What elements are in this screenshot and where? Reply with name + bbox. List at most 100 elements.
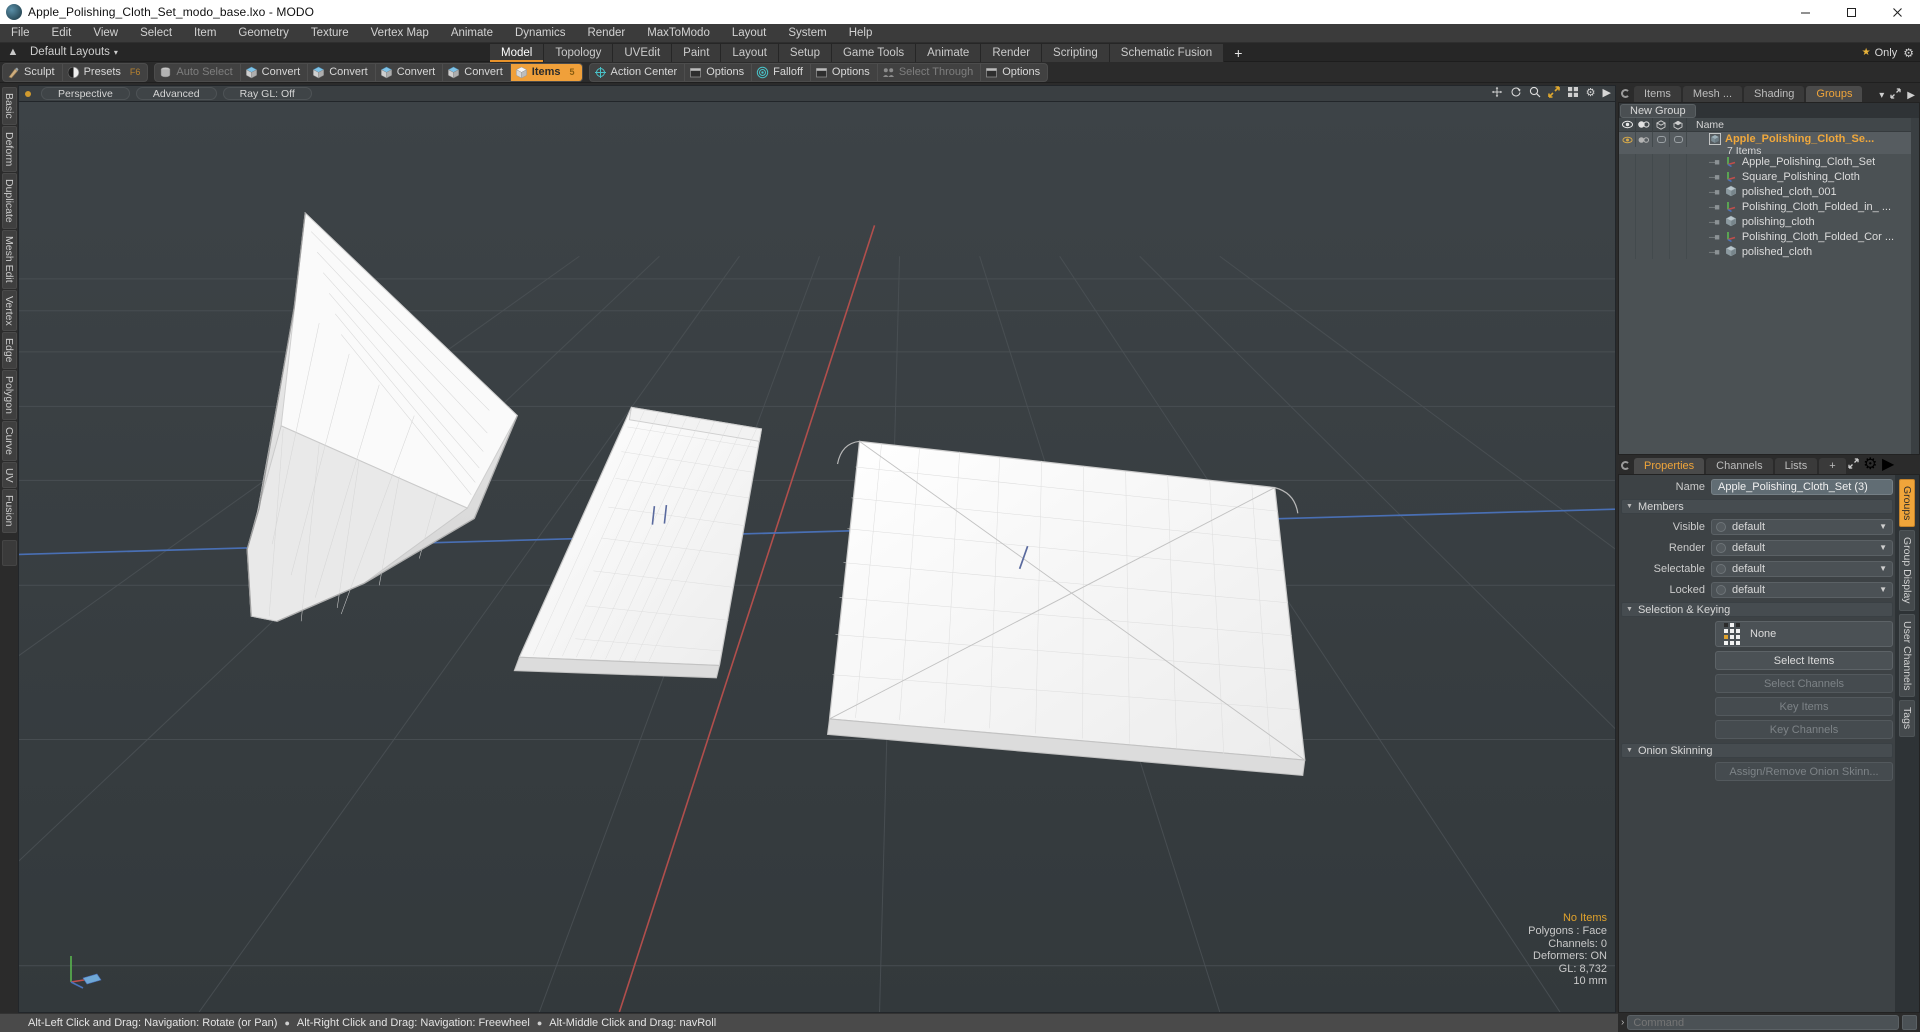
menu-item-help[interactable]: Help — [838, 24, 884, 43]
fit-icon[interactable] — [1547, 86, 1560, 101]
key-items-button[interactable]: Key Items — [1715, 697, 1893, 716]
tab-scripting[interactable]: Scripting — [1042, 44, 1110, 62]
zoom-icon[interactable] — [1529, 86, 1541, 101]
tab-groups[interactable]: Groups — [1806, 86, 1863, 102]
row-select-cell[interactable] — [1653, 244, 1670, 259]
row-visible-cell[interactable] — [1619, 169, 1636, 184]
row-select-cell[interactable] — [1653, 169, 1670, 184]
selectable-dropdown[interactable]: default ▼ — [1711, 560, 1893, 577]
menu-item-render[interactable]: Render — [576, 24, 636, 43]
only-toggle[interactable]: ★ Only — [1862, 47, 1898, 59]
viewport-shading-advanced[interactable]: Advanced — [135, 87, 217, 100]
menu-item-layout[interactable]: Layout — [721, 24, 778, 43]
table-row[interactable]: ─■ Square_Polishing_Cloth — [1619, 169, 1919, 184]
expand-icon[interactable] — [1890, 88, 1901, 102]
tab-setup[interactable]: Setup — [778, 44, 832, 62]
chevron-down-icon[interactable]: ▾ — [114, 48, 118, 57]
row-lock-cell[interactable] — [1670, 214, 1687, 229]
viewport-mode-perspective[interactable]: Perspective — [41, 87, 130, 100]
row-visible-cell[interactable] — [1619, 229, 1636, 244]
row-lock-cell[interactable] — [1670, 199, 1687, 214]
tab-render[interactable]: Render — [981, 44, 1043, 62]
section-selection-keying[interactable]: ▼ Selection & Keying — [1621, 602, 1893, 617]
tab-channels[interactable]: Channels — [1706, 458, 1773, 474]
sidebar-item-polygon[interactable]: Polygon — [1, 369, 17, 420]
minimize-button[interactable] — [1782, 0, 1828, 24]
menu-item-item[interactable]: Item — [183, 24, 227, 43]
group-lock-toggle[interactable] — [1670, 132, 1687, 147]
viewport-raygl-toggle[interactable]: Ray GL: Off — [222, 87, 312, 100]
menu-item-file[interactable]: File — [0, 24, 41, 43]
row-visible-cell[interactable] — [1619, 199, 1636, 214]
side-tab-tags[interactable]: Tags — [1899, 700, 1915, 737]
tool-presets[interactable]: Presets F6 — [63, 64, 148, 81]
tool-items[interactable]: Items 5 — [510, 63, 582, 81]
sidebar-item-fusion[interactable]: Fusion — [1, 489, 17, 533]
expand-icon[interactable] — [1848, 456, 1863, 473]
table-row[interactable]: ─■ polished_cloth_001 — [1619, 184, 1919, 199]
row-select-cell[interactable] — [1653, 229, 1670, 244]
group-header-row[interactable]: Apple_Polishing_Cloth_Se... 7 Items — [1619, 132, 1919, 157]
properties-add-tab[interactable]: + — [1819, 458, 1846, 474]
tab-uvedit[interactable]: UVEdit — [613, 44, 673, 62]
selection-mode-button[interactable]: None — [1715, 621, 1893, 647]
row-render-cell[interactable] — [1636, 229, 1653, 244]
settings-icon[interactable]: ⚙ — [1586, 88, 1596, 99]
name-field[interactable]: Apple_Polishing_Cloth_Set (3) — [1711, 478, 1893, 495]
row-render-cell[interactable] — [1636, 154, 1653, 169]
table-row[interactable]: ─■ polishing_cloth — [1619, 214, 1919, 229]
rotate-icon[interactable] — [1510, 86, 1522, 101]
sidebar-item-vertex[interactable]: Vertex — [1, 289, 17, 332]
panel-menu-icon[interactable] — [1621, 89, 1630, 98]
tab-items[interactable]: Items — [1634, 86, 1681, 102]
table-row[interactable]: ─■ Polishing_Cloth_Folded_in_ ... — [1619, 199, 1919, 214]
visible-dropdown[interactable]: default ▼ — [1711, 518, 1893, 535]
row-render-cell[interactable] — [1636, 214, 1653, 229]
row-select-cell[interactable] — [1653, 184, 1670, 199]
side-tab-groups[interactable]: Groups — [1899, 479, 1915, 528]
arrow-right-icon[interactable]: ▶ — [1603, 88, 1611, 99]
grid-icon[interactable] — [1567, 86, 1579, 101]
tool-select-through-options[interactable]: Options — [981, 64, 1047, 81]
tab-animate[interactable]: Animate — [916, 44, 982, 62]
group-select-toggle[interactable] — [1653, 132, 1670, 147]
table-row[interactable]: ─■ polished_cloth — [1619, 244, 1919, 259]
row-visible-cell[interactable] — [1619, 214, 1636, 229]
sidebar-item-mesh-edit[interactable]: Mesh Edit — [1, 229, 17, 289]
menu-item-dynamics[interactable]: Dynamics — [504, 24, 576, 43]
menu-item-animate[interactable]: Animate — [440, 24, 504, 43]
row-visible-cell[interactable] — [1619, 184, 1636, 199]
tab-model[interactable]: Model — [490, 44, 545, 62]
side-tab-user-channels[interactable]: User Channels — [1899, 613, 1915, 698]
tool-falloff[interactable]: Falloff — [752, 63, 811, 81]
move-icon[interactable] — [1491, 86, 1503, 101]
row-lock-cell[interactable] — [1670, 154, 1687, 169]
tab-lists[interactable]: Lists — [1774, 458, 1818, 474]
tab-schematic-fusion[interactable]: Schematic Fusion — [1109, 44, 1225, 62]
row-select-cell[interactable] — [1653, 199, 1670, 214]
close-button[interactable] — [1874, 0, 1920, 24]
side-tab-group-display[interactable]: Group Display — [1899, 530, 1915, 611]
row-visible-cell[interactable] — [1619, 154, 1636, 169]
chevron-down-icon[interactable]: ▾ — [1879, 90, 1884, 101]
viewport-3d[interactable]: No Items Polygons : Face Channels: 0 Def… — [18, 101, 1616, 1013]
tab-topology[interactable]: Topology — [544, 44, 614, 62]
gear-icon[interactable]: ⚙ — [1903, 46, 1914, 60]
arrow-right-icon[interactable]: ▶ — [1907, 90, 1915, 101]
menu-item-view[interactable]: View — [82, 24, 129, 43]
sidebar-item-deform[interactable]: Deform — [1, 125, 17, 173]
tool-falloff-options[interactable]: Options — [811, 63, 878, 81]
tool-convert-vertex[interactable]: Convert — [241, 63, 309, 81]
tab-properties[interactable]: Properties — [1634, 458, 1705, 474]
panel-menu-icon[interactable] — [1621, 461, 1630, 470]
sidebar-item-curve[interactable]: Curve — [1, 420, 17, 461]
row-visible-cell[interactable] — [1619, 244, 1636, 259]
row-render-cell[interactable] — [1636, 184, 1653, 199]
row-render-cell[interactable] — [1636, 199, 1653, 214]
row-lock-cell[interactable] — [1670, 244, 1687, 259]
tool-convert-polygon[interactable]: Convert — [376, 63, 444, 81]
row-lock-cell[interactable] — [1670, 184, 1687, 199]
section-members[interactable]: ▼ Members — [1621, 499, 1893, 514]
section-onion-skinning[interactable]: ▼ Onion Skinning — [1621, 743, 1893, 758]
menu-item-geometry[interactable]: Geometry — [227, 24, 300, 43]
